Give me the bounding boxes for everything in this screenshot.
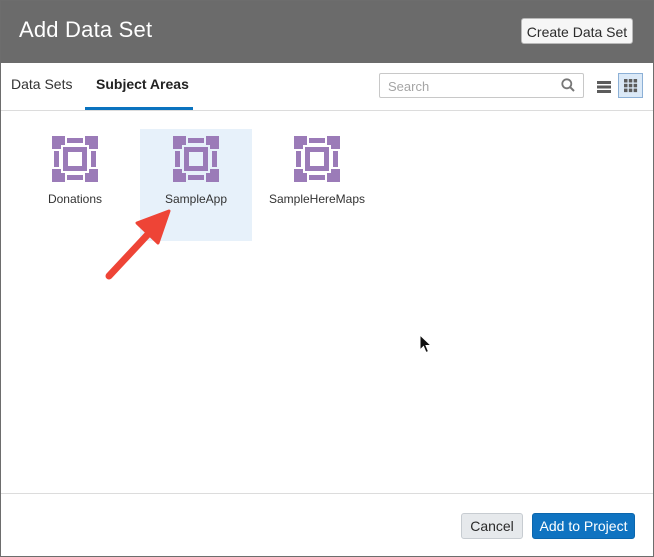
dialog-title: Add Data Set [19, 17, 153, 42]
tab-data-sets[interactable]: Data Sets [11, 76, 72, 92]
dialog-footer: Cancel Add to Project [1, 493, 653, 556]
list-view-icon[interactable] [594, 75, 614, 97]
grid-view-button[interactable] [618, 73, 643, 98]
cancel-button[interactable]: Cancel [461, 513, 523, 539]
active-tab-indicator [85, 107, 193, 110]
add-to-project-button[interactable]: Add to Project [532, 513, 635, 539]
annotation-arrow-icon [105, 209, 171, 280]
tab-bar: Data Sets Subject Areas Search [1, 63, 653, 111]
subject-area-icon [173, 136, 219, 182]
add-data-set-dialog: Add Data Set Create Data Set Data Sets S… [0, 0, 654, 557]
search-input[interactable]: Search [379, 73, 584, 98]
dialog-header: Add Data Set Create Data Set [1, 1, 653, 63]
create-data-set-button[interactable]: Create Data Set [521, 18, 633, 44]
subject-area-label: SampleHereMaps [268, 192, 366, 206]
search-placeholder: Search [388, 79, 430, 94]
search-icon[interactable] [561, 78, 575, 92]
subject-area-icon [52, 136, 98, 182]
grid-view-icon [624, 79, 638, 93]
mouse-cursor-icon [419, 334, 433, 354]
subject-area-item-sampleheremaps[interactable]: SampleHereMaps [261, 129, 373, 241]
tab-subject-areas[interactable]: Subject Areas [96, 76, 189, 92]
subject-area-grid: Donations SampleApp SampleHereMaps [1, 111, 653, 493]
subject-area-icon [294, 136, 340, 182]
